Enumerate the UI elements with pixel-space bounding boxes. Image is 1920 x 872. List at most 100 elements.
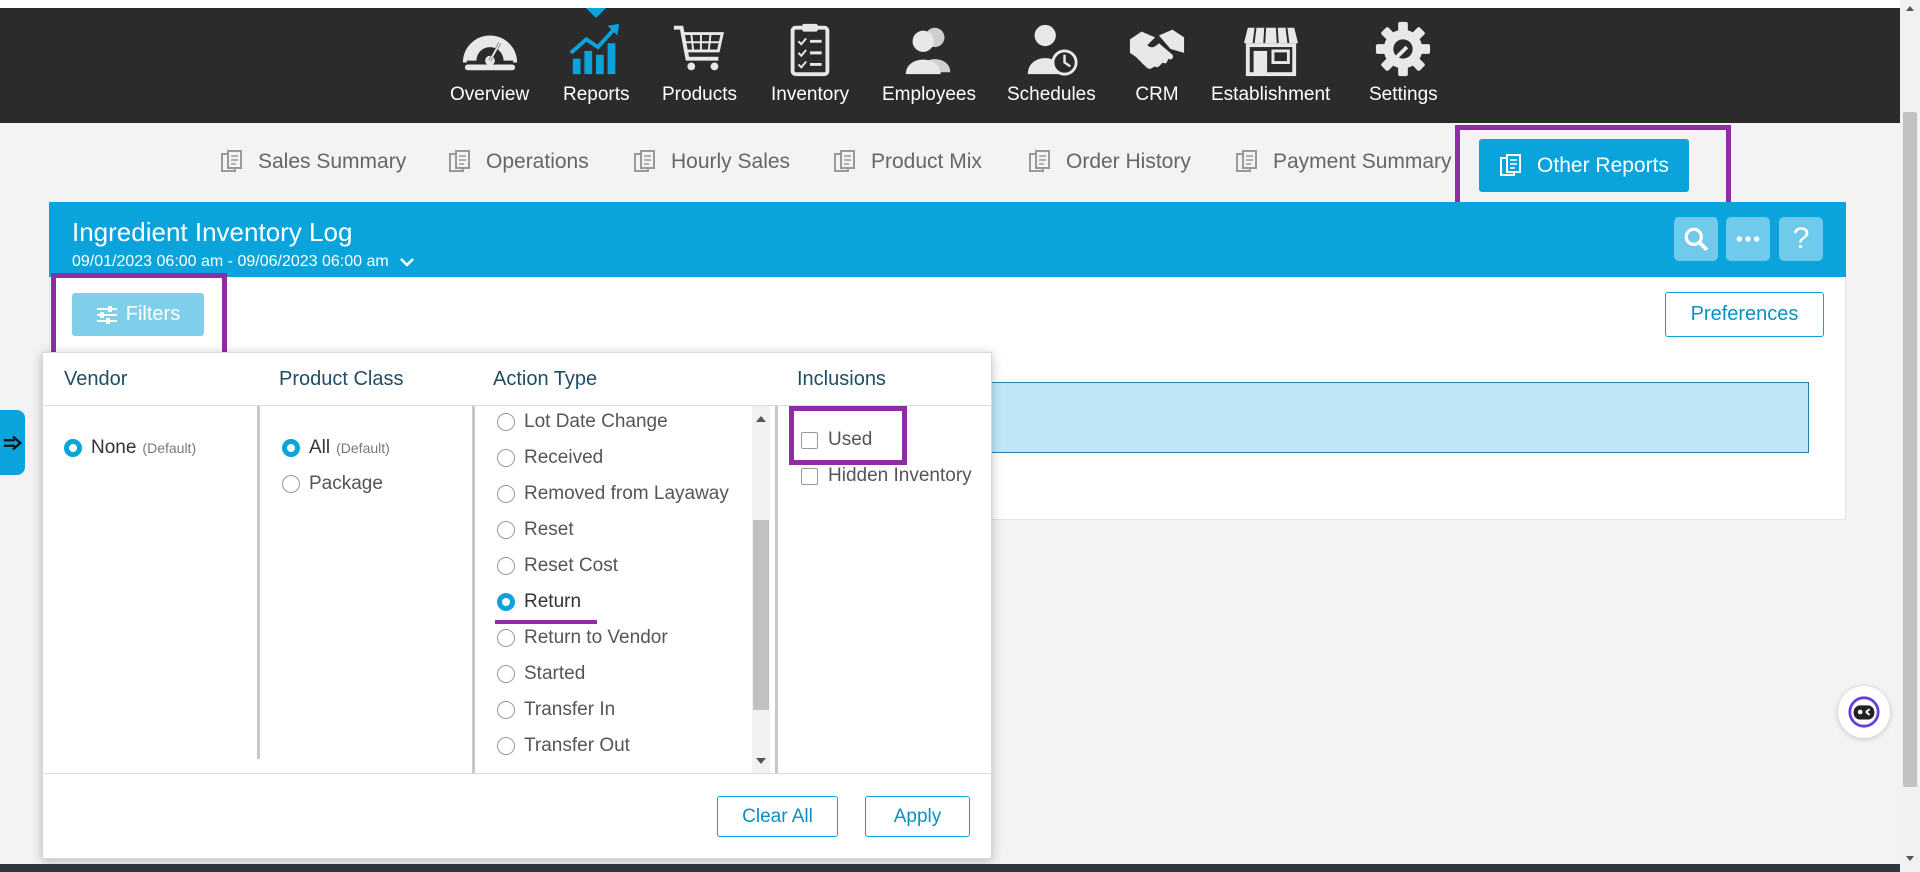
default-note: (Default) [142, 440, 197, 456]
report-doc-icon [634, 150, 655, 172]
nav-overview[interactable]: Overview [450, 20, 529, 106]
radio-label: Received [524, 447, 604, 468]
nav-schedules[interactable]: Schedules [1007, 20, 1096, 106]
radio-label: Started [524, 663, 586, 684]
apply-label: Apply [893, 805, 942, 827]
scroll-up-icon[interactable] [756, 416, 766, 422]
radio-label: Removed from Layaway [524, 483, 729, 504]
tab-order-history[interactable]: Order History [1028, 150, 1191, 174]
search-button[interactable] [1674, 217, 1718, 261]
action-type-heading: Action Type [493, 368, 598, 390]
page-scroll-up-icon[interactable] [1906, 6, 1914, 11]
nav-label: Schedules [1007, 84, 1096, 105]
clear-all-label: Clear All [742, 805, 813, 827]
radio-action-lot-date-change[interactable]: Lot Date Change [497, 411, 668, 433]
help-button[interactable]: ? [1779, 217, 1823, 261]
radio-action-received[interactable]: Received [497, 447, 603, 469]
report-doc-icon [834, 150, 855, 172]
inclusions-heading: Inclusions [797, 368, 886, 390]
tab-payment-summary[interactable]: Payment Summary [1235, 150, 1452, 174]
scroll-down-icon[interactable] [756, 758, 766, 764]
radio-vendor-none[interactable]: None (Default) [64, 437, 196, 459]
nav-label: Products [662, 84, 737, 105]
apply-button[interactable]: Apply [865, 796, 970, 837]
nav-establishment[interactable]: Establishment [1211, 20, 1330, 106]
tab-sales-summary[interactable]: Sales Summary [220, 150, 406, 174]
tab-product-mix[interactable]: Product Mix [833, 150, 982, 174]
radio-class-all[interactable]: All (Default) [282, 437, 390, 459]
search-icon [1684, 227, 1709, 252]
report-title: Ingredient Inventory Log [72, 217, 353, 247]
clear-all-button[interactable]: Clear All [717, 796, 838, 837]
column-divider [472, 406, 475, 773]
nav-employees[interactable]: Employees [882, 20, 976, 106]
nav-label: Overview [450, 84, 530, 105]
nav-label: Establishment [1211, 84, 1331, 105]
highlight-box [789, 406, 907, 465]
nav-inventory[interactable]: Inventory [771, 20, 849, 106]
tab-label: Hourly Sales [671, 150, 791, 173]
radio-label: Transfer Out [524, 735, 630, 756]
active-nav-indicator [586, 8, 606, 18]
radio-label: None [91, 437, 137, 458]
radio-action-removed-from-layaway[interactable]: Removed from Layaway [497, 483, 729, 505]
highlight-underline [495, 620, 597, 624]
radio-action-transfer-out[interactable]: Transfer Out [497, 735, 630, 757]
radio-indicator [497, 629, 515, 647]
radio-label: All [309, 437, 331, 458]
nav-label: Settings [1369, 84, 1438, 105]
nav-products[interactable]: Products [662, 20, 737, 106]
clipboard-icon [790, 23, 830, 77]
column-divider [775, 406, 778, 773]
radio-indicator [497, 485, 515, 503]
report-doc-icon [1236, 150, 1257, 172]
ellipsis-icon [1736, 236, 1760, 242]
radio-action-transfer-in[interactable]: Transfer In [497, 699, 615, 721]
tab-label: Order History [1066, 150, 1191, 173]
highlight-box [1455, 125, 1731, 208]
chart-trend-icon [569, 23, 620, 75]
radio-label: Return to Vendor [524, 627, 668, 648]
radio-label: Package [309, 473, 383, 494]
checkbox-label: Hidden Inventory [828, 465, 972, 486]
nav-label: CRM [1135, 84, 1179, 105]
person-clock-icon [1028, 24, 1078, 76]
nav-crm[interactable]: CRM [1128, 20, 1186, 106]
checkbox-indicator [801, 467, 818, 485]
radio-action-reset-cost[interactable]: Reset Cost [497, 555, 618, 577]
chat-assistant-button[interactable] [1838, 686, 1890, 738]
cart-icon [674, 25, 725, 71]
nav-reports[interactable]: Reports [563, 20, 630, 106]
nav-settings[interactable]: Settings [1369, 20, 1438, 106]
radio-action-return[interactable]: Return [497, 591, 581, 613]
date-range-selector[interactable]: 09/01/2023 06:00 am - 09/06/2023 06:00 a… [72, 253, 415, 271]
radio-indicator [497, 521, 515, 539]
page-scroll-down-icon[interactable] [1906, 856, 1914, 861]
radio-action-started[interactable]: Started [497, 663, 585, 685]
storefront-icon [1243, 27, 1298, 77]
nav-label: Employees [882, 84, 976, 105]
tab-hourly-sales[interactable]: Hourly Sales [633, 150, 790, 174]
radio-action-reset[interactable]: Reset [497, 519, 574, 541]
more-options-button[interactable] [1726, 217, 1770, 261]
radio-indicator [282, 439, 300, 457]
bottom-taskbar-strip [0, 864, 1900, 872]
radio-action-return-to-vendor[interactable]: Return to Vendor [497, 627, 668, 649]
gauge-icon [462, 35, 517, 71]
nav-label: Inventory [771, 84, 850, 105]
date-range-text: 09/01/2023 06:00 am - 09/06/2023 06:00 a… [72, 253, 389, 270]
tab-label: Product Mix [871, 150, 982, 173]
side-panel-toggle[interactable] [0, 410, 25, 475]
checkbox-hidden-inventory[interactable]: Hidden Inventory [801, 465, 972, 487]
tab-operations[interactable]: Operations [448, 150, 589, 174]
column-divider [257, 406, 260, 759]
chevron-down-icon [399, 258, 414, 267]
default-note: (Default) [336, 440, 390, 456]
preferences-button[interactable]: Preferences [1665, 292, 1824, 337]
radio-indicator [497, 413, 515, 431]
scrollbar-thumb[interactable] [753, 520, 769, 710]
radio-class-package[interactable]: Package [282, 473, 383, 495]
chat-bot-icon [1848, 696, 1880, 728]
page-scrollbar-thumb[interactable] [1903, 112, 1917, 787]
divider [42, 773, 992, 774]
